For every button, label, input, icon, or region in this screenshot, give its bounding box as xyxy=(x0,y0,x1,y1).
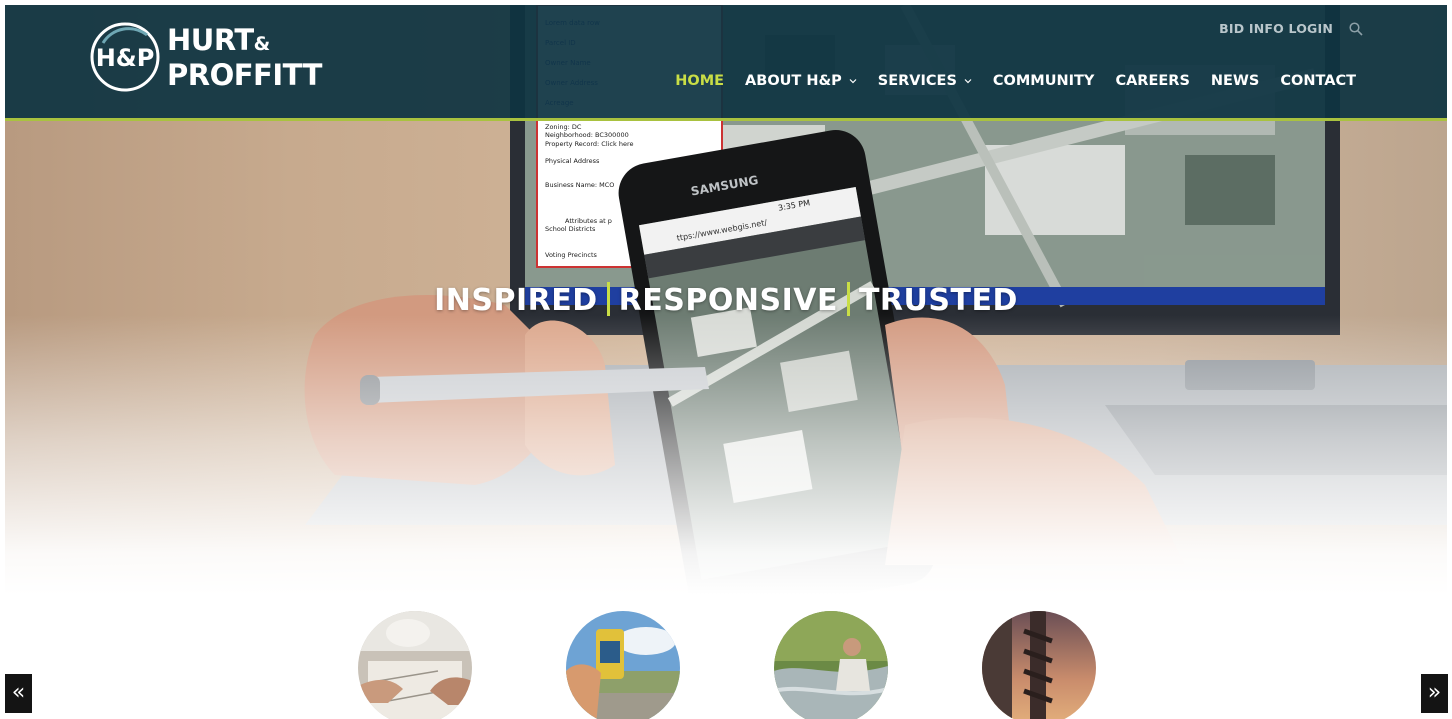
service-circle-environmental[interactable] xyxy=(774,611,888,719)
service-circle-geotechnical[interactable] xyxy=(982,611,1096,719)
nav-community[interactable]: COMMUNITY xyxy=(993,73,1095,89)
hero-tagline: INSPIRED RESPONSIVE TRUSTED xyxy=(0,282,1452,318)
tagline-trusted: TRUSTED xyxy=(858,283,1018,318)
page: Lorem data row Parcel ID Owner Name Owne… xyxy=(0,0,1452,719)
search-icon[interactable] xyxy=(1349,22,1363,36)
logo-name-amp: & xyxy=(253,33,271,55)
engineering-plans-photo-icon xyxy=(358,611,472,719)
panel-attributes: Attributes at p xyxy=(565,217,612,225)
bid-info-login-link[interactable]: BID INFO LOGIN xyxy=(1219,21,1333,36)
chevron-down-icon xyxy=(849,79,857,84)
panel-school: School Districts xyxy=(545,225,596,233)
logo-name-line1: HURT xyxy=(167,23,254,57)
nav-home[interactable]: HOME xyxy=(675,73,724,89)
logo-wordmark: HURT& PROFFITT xyxy=(167,25,322,91)
nav-contact[interactable]: CONTACT xyxy=(1280,73,1356,89)
drill-auger-photo-icon xyxy=(982,611,1096,719)
nav-services[interactable]: SERVICES xyxy=(878,73,972,89)
panel-property: Property Record: Click here xyxy=(545,140,634,148)
site-header: H&P HURT& PROFFITT BID INFO LOGIN HOME A… xyxy=(5,5,1447,121)
carousel-prev-button[interactable]: « xyxy=(5,674,32,713)
logo-monogram-icon: H&P xyxy=(90,22,160,92)
stream-sampling-photo-icon xyxy=(774,611,888,719)
tagline-responsive: RESPONSIVE xyxy=(618,283,838,318)
panel-neighborhood: Neighborhood: BC300000 xyxy=(545,131,629,139)
panel-voting: Voting Precincts xyxy=(545,251,598,259)
main-nav: HOME ABOUT H&P SERVICES COMMUNITY CAREER… xyxy=(654,73,1356,89)
panel-address: Physical Address xyxy=(545,157,600,165)
chevron-down-icon xyxy=(964,79,972,84)
site-logo[interactable]: H&P HURT& PROFFITT xyxy=(89,21,329,97)
hero-fade xyxy=(5,315,1447,595)
panel-business: Business Name: MCO xyxy=(545,181,614,189)
panel-zoning: Zoning: DC xyxy=(545,123,582,131)
nav-about[interactable]: ABOUT H&P xyxy=(745,73,857,89)
nav-news[interactable]: NEWS xyxy=(1211,73,1259,89)
service-circle-design[interactable] xyxy=(358,611,472,719)
tagline-divider xyxy=(846,282,850,316)
carousel-next-button[interactable]: » xyxy=(1421,674,1448,713)
logo-name-line2: PROFFITT xyxy=(167,58,322,92)
tagline-inspired: INSPIRED xyxy=(434,283,598,318)
service-circle-surveying[interactable] xyxy=(566,611,680,719)
logo-monogram-text: H&P xyxy=(96,44,155,72)
tagline-divider xyxy=(606,282,610,316)
nav-careers[interactable]: CAREERS xyxy=(1115,73,1189,89)
total-station-photo-icon xyxy=(566,611,680,719)
